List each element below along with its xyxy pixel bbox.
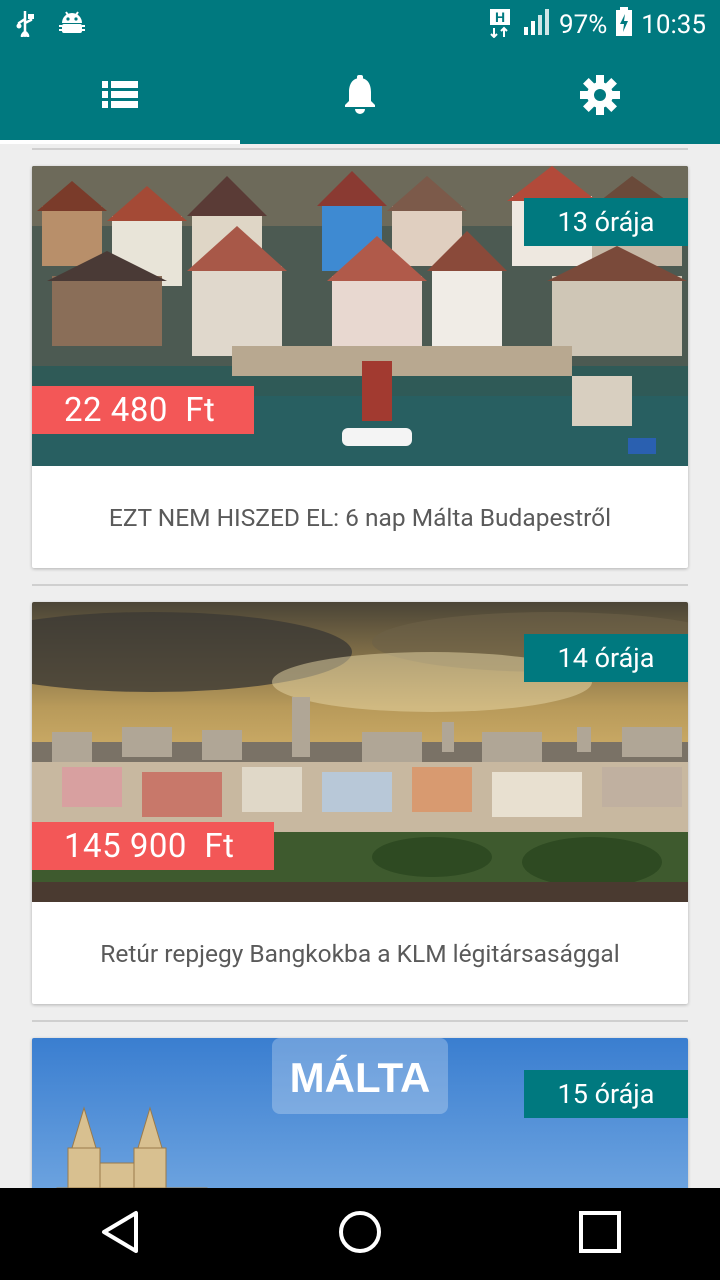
tab-settings[interactable] [480,50,720,144]
deal-image-bangkok: 14 órája 145 900 Ft [32,602,688,902]
list-icon [102,80,138,114]
deal-image-malta: MÁLTA 15 órája [32,1038,688,1188]
battery-percent: 97% [558,10,608,40]
tab-bar [0,50,720,144]
clock: 10:35 [641,10,706,40]
deal-title: Retúr repjegy Bangkokba a KLM légitársas… [100,938,620,968]
usb-icon [14,9,36,41]
deal-card[interactable]: MÁLTA 15 órája [32,1038,688,1188]
battery-charging-icon [615,6,633,44]
tab-notifications[interactable] [240,50,480,144]
list-divider [32,584,688,586]
tab-list[interactable] [0,50,240,144]
deal-time-badge: 13 órája [524,198,688,246]
bell-icon [343,75,377,119]
malta-image-label: MÁLTA [290,1054,431,1101]
deal-price-badge: 145 900 Ft [32,822,274,870]
deal-card[interactable]: 13 órája 22 480 Ft EZT NEM HISZED EL: 6 … [32,166,688,568]
deal-title: EZT NEM HISZED EL: 6 nap Málta Budapestr… [108,502,612,532]
deal-card[interactable]: 14 órája 145 900 Ft Retúr repjegy Bangko… [32,602,688,1004]
android-debug-icon [58,9,86,41]
list-divider [32,148,688,150]
back-icon[interactable] [98,1209,142,1259]
deal-price-badge: 22 480 Ft [32,386,254,434]
deal-image-village: 13 órája 22 480 Ft [32,166,688,466]
status-bar: H 97% 10:35 [0,0,720,50]
signal-icon [523,7,551,44]
deal-time-badge: 14 órája [524,634,688,682]
system-navigation-bar [0,1188,720,1280]
list-divider [32,1020,688,1022]
deal-list[interactable]: 13 órája 22 480 Ft EZT NEM HISZED EL: 6 … [0,144,720,1188]
svg-text:H: H [495,9,505,25]
gear-icon [580,75,620,119]
network-type-icon: H [489,8,515,43]
deal-time-badge: 15 órája [524,1070,688,1118]
home-icon[interactable] [337,1209,383,1259]
recents-icon[interactable] [578,1210,622,1258]
